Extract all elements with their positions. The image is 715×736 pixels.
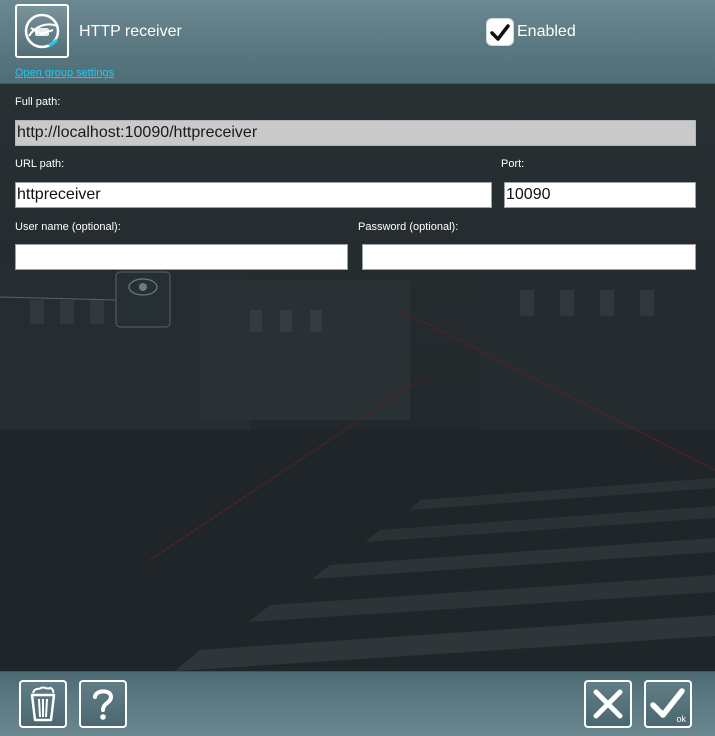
close-icon	[593, 689, 623, 719]
port-label: Port:	[501, 158, 525, 170]
full-path-label: Full path:	[15, 96, 61, 108]
background-scene	[0, 0, 715, 735]
url-path-input[interactable]	[15, 182, 492, 208]
enabled-label: Enabled	[517, 23, 576, 40]
footer-bar: ok	[0, 671, 715, 736]
http-receiver-icon	[15, 4, 69, 58]
password-label: Password (optional):	[358, 221, 459, 233]
open-group-settings-link[interactable]: Open group settings	[15, 66, 114, 80]
question-icon	[93, 689, 114, 720]
cancel-button[interactable]	[584, 680, 632, 728]
full-path-field	[15, 120, 696, 146]
checkbox-checked-icon[interactable]	[486, 18, 514, 46]
delete-button[interactable]	[19, 680, 67, 728]
ok-button[interactable]: ok	[644, 680, 692, 728]
username-input[interactable]	[15, 244, 348, 270]
port-input[interactable]	[504, 182, 696, 208]
page-title: HTTP receiver	[79, 23, 182, 40]
url-path-label: URL path:	[15, 158, 65, 170]
username-label: User name (optional):	[15, 221, 121, 233]
header-bar: HTTP receiver Open group settings Enable…	[0, 0, 715, 84]
password-input[interactable]	[362, 244, 696, 270]
trash-icon	[30, 686, 56, 722]
ok-label: ok	[676, 714, 686, 724]
help-button[interactable]	[79, 680, 127, 728]
enabled-checkbox[interactable]: Enabled	[486, 17, 576, 47]
